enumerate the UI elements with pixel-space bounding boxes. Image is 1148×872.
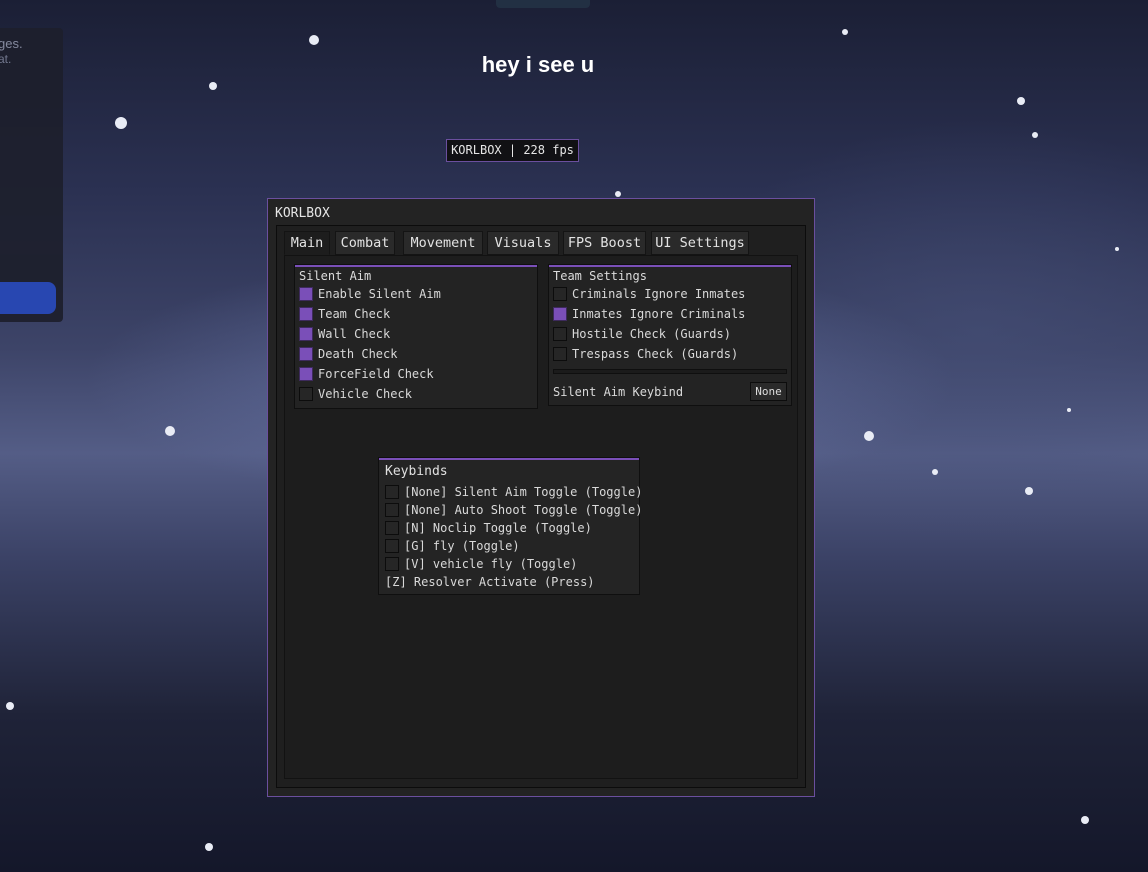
tab-ui-settings[interactable]: UI Settings	[651, 231, 749, 255]
checkbox[interactable]	[299, 347, 313, 361]
snowflake	[205, 843, 213, 851]
snowflake	[1115, 247, 1119, 251]
keybinds-title: Keybinds	[385, 464, 448, 479]
keybind-label: [N] Noclip Toggle (Toggle)	[404, 521, 592, 535]
snowflake	[932, 469, 938, 475]
toggle-label: Death Check	[318, 347, 398, 361]
tab-combat[interactable]: Combat	[335, 231, 395, 255]
snowflake	[115, 117, 127, 129]
checkbox[interactable]	[385, 485, 399, 499]
checkbox[interactable]	[299, 367, 313, 381]
toggle-label: Vehicle Check	[318, 387, 412, 401]
silent-aim-title: Silent Aim	[299, 269, 372, 283]
toggle-label: Criminals Ignore Inmates	[572, 287, 746, 301]
background-blue-button[interactable]	[0, 282, 56, 314]
tab-movement[interactable]: Movement	[403, 231, 483, 255]
checkbox[interactable]	[299, 387, 313, 401]
checkbox[interactable]	[385, 521, 399, 535]
keybinds-list-window[interactable]: Keybinds [None] Silent Aim Toggle (Toggl…	[378, 457, 643, 595]
snowflake	[165, 426, 175, 436]
toggle-label: Inmates Ignore Criminals	[572, 307, 746, 321]
snowflake	[1032, 132, 1038, 138]
toggle-label: Enable Silent Aim	[318, 287, 441, 301]
toggle-label: ForceField Check	[318, 367, 434, 381]
tab-visuals[interactable]: Visuals	[487, 231, 559, 255]
groupbox-accent-bar	[549, 265, 791, 267]
silent-aim-keybind-label: Silent Aim Keybind	[553, 385, 684, 399]
checkbox[interactable]	[385, 557, 399, 571]
silent-aim-groupbox: Silent Aim Enable Silent Aim Team Check …	[294, 264, 538, 409]
background-notice-text: ges.	[0, 36, 23, 51]
divider	[553, 369, 787, 374]
tab-main[interactable]: Main	[284, 231, 330, 255]
keybind-label: [None] Auto Shoot Toggle (Toggle)	[404, 503, 643, 517]
keybind-label: [G] fly (Toggle)	[404, 539, 520, 553]
snowflake	[1067, 408, 1071, 412]
silent-aim-keybind-button[interactable]: None	[750, 382, 787, 401]
toggle-label: Trespass Check (Guards)	[572, 347, 739, 361]
keybinds-accent-bar	[379, 458, 639, 460]
checkbox[interactable]	[553, 287, 567, 301]
checkbox[interactable]	[385, 503, 399, 517]
window-title: KORLBOX	[275, 206, 330, 221]
checkbox[interactable]	[299, 327, 313, 341]
snowflake	[6, 702, 14, 710]
toggle-label: Wall Check	[318, 327, 391, 341]
snowflake	[1025, 487, 1033, 495]
snowflake	[842, 29, 848, 35]
checkbox[interactable]	[553, 327, 567, 341]
toggle-label: Hostile Check (Guards)	[572, 327, 731, 341]
snowflake	[309, 35, 319, 45]
snowflake	[209, 82, 217, 90]
checkbox[interactable]	[299, 287, 313, 301]
snowflake	[615, 191, 621, 197]
snowflake	[1081, 816, 1089, 824]
top-hud-pill	[496, 0, 590, 8]
checkbox[interactable]	[299, 307, 313, 321]
keybind-item-resolver: [Z] Resolver Activate (Press)	[385, 575, 595, 589]
watermark: KORLBOX | 228 fps	[446, 139, 579, 162]
checkbox[interactable]	[553, 347, 567, 361]
snowflake	[1017, 97, 1025, 105]
snowflake	[864, 431, 874, 441]
checkbox[interactable]	[385, 539, 399, 553]
keybind-label: [None] Silent Aim Toggle (Toggle)	[404, 485, 643, 499]
groupbox-accent-bar	[295, 265, 537, 267]
toggle-label: Team Check	[318, 307, 391, 321]
keybind-label: [V] vehicle fly (Toggle)	[404, 557, 578, 571]
checkbox[interactable]	[553, 307, 567, 321]
team-settings-groupbox: Team Settings Criminals Ignore Inmates I…	[548, 264, 792, 406]
team-settings-title: Team Settings	[553, 269, 647, 283]
tab-fps-boost[interactable]: FPS Boost	[563, 231, 646, 255]
chat-bubble-message: hey i see u	[481, 52, 595, 77]
